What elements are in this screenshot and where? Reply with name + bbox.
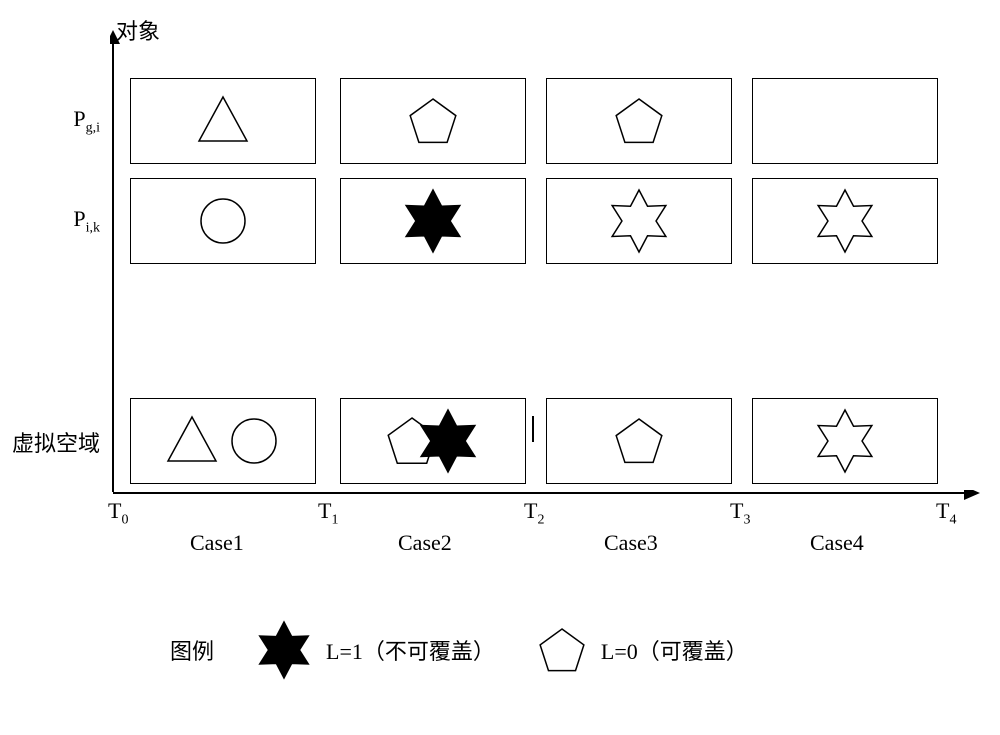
grid-cell <box>752 78 938 164</box>
divider-mark <box>532 416 534 442</box>
grid-cell <box>752 178 938 264</box>
triangle-icon <box>164 413 220 469</box>
pentagon-icon <box>611 413 667 469</box>
case-label-2: Case2 <box>398 530 452 556</box>
x-tick-t4: T4 <box>936 498 956 528</box>
legend-item-l1: L=1（不可覆盖） <box>254 620 495 680</box>
star6-icon <box>606 188 672 254</box>
pentagon-icon <box>405 93 461 149</box>
y-axis-arrow <box>110 30 130 500</box>
legend-text-l1: L=1（不可覆盖） <box>326 634 495 666</box>
legend-item-l0: L=0（可覆盖） <box>535 623 748 677</box>
grid-cell <box>130 398 316 484</box>
diagram-area: 对象 Pg,i Pi,k 虚拟空域 T0 T1 T2 T3 T4 Case1 C… <box>30 20 970 540</box>
legend-title: 图例 <box>170 634 214 666</box>
star6-icon <box>812 188 878 254</box>
pentagon-icon <box>535 623 589 677</box>
star6-icon <box>812 408 878 474</box>
legend-text-l0: L=0（可覆盖） <box>601 634 748 666</box>
x-tick-t1: T1 <box>318 498 338 528</box>
pentagon-icon <box>611 93 667 149</box>
grid-cell <box>130 178 316 264</box>
grid-cell <box>546 398 732 484</box>
case-label-4: Case4 <box>810 530 864 556</box>
x-tick-t3: T3 <box>730 498 750 528</box>
case-label-1: Case1 <box>190 530 244 556</box>
x-axis-arrow <box>110 490 980 510</box>
circle-icon <box>226 413 282 469</box>
case-label-3: Case3 <box>604 530 658 556</box>
grid-cell <box>340 178 526 264</box>
row-label-pgi: Pg,i <box>30 106 100 136</box>
star6-icon <box>254 620 314 680</box>
row-label-virtual: 虚拟空域 <box>10 426 100 458</box>
legend: 图例 L=1（不可覆盖） L=0（可覆盖） <box>0 620 940 680</box>
grid-cell <box>340 78 526 164</box>
grid-cell <box>130 78 316 164</box>
x-tick-t0: T0 <box>108 498 128 528</box>
triangle-icon <box>195 93 251 149</box>
circle-icon <box>195 193 251 249</box>
grid-cell <box>546 78 732 164</box>
star6-icon <box>400 188 466 254</box>
grid-cell <box>340 398 526 484</box>
x-tick-t2: T2 <box>524 498 544 528</box>
grid-cell <box>546 178 732 264</box>
grid-cell <box>752 398 938 484</box>
row-label-pik: Pi,k <box>30 206 100 236</box>
